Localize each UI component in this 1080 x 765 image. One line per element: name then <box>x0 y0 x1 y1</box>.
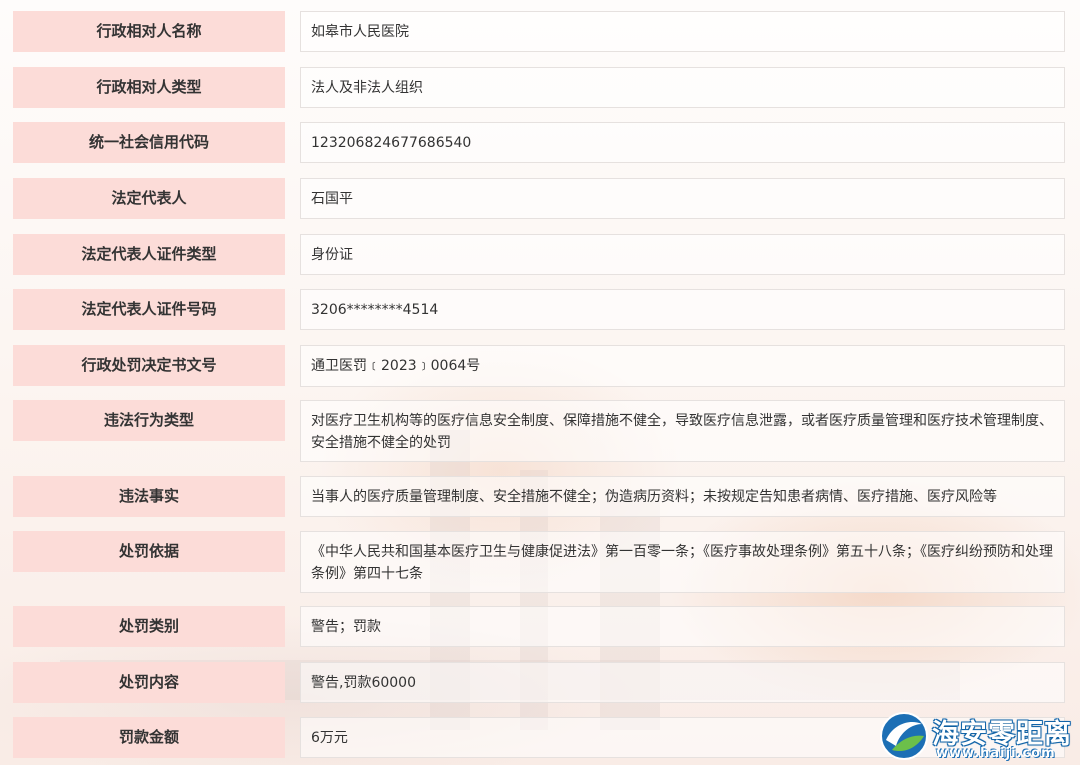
field-label: 统一社会信用代码 <box>13 122 285 163</box>
field-value: 3206********4514 <box>300 289 1065 330</box>
field-label: 处罚依据 <box>13 531 285 572</box>
globe-logo-icon <box>880 712 928 760</box>
field-value: 对医疗卫生机构等的医疗信息安全制度、保障措施不健全，导致医疗信息泄露，或者医疗质… <box>300 400 1065 462</box>
field-label: 法定代表人证件类型 <box>13 234 285 275</box>
field-label: 处罚内容 <box>13 662 285 703</box>
field-value: 石国平 <box>300 178 1065 219</box>
watermark: 海安零距离 www.haiji.com <box>878 710 1078 765</box>
field-label: 处罚类别 <box>13 606 285 647</box>
field-value: 身份证 <box>300 234 1065 275</box>
field-value: 警告,罚款60000 <box>300 662 1065 703</box>
field-value: 《中华人民共和国基本医疗卫生与健康促进法》第一百零一条；《医疗事故处理条例》第五… <box>300 531 1065 593</box>
field-value: 警告；罚款 <box>300 606 1065 647</box>
field-value: 123206824677686540 <box>300 122 1065 163</box>
field-value: 当事人的医疗质量管理制度、安全措施不健全；伪造病历资料；未按规定告知患者病情、医… <box>300 476 1065 517</box>
field-value: 通卫医罚﹝2023﹞0064号 <box>300 345 1065 387</box>
field-label: 违法事实 <box>13 476 285 517</box>
field-value: 如皋市人民医院 <box>300 11 1065 52</box>
field-label: 罚款金额 <box>13 717 285 758</box>
field-label: 行政相对人类型 <box>13 67 285 108</box>
field-label: 违法行为类型 <box>13 400 285 441</box>
watermark-url: www.haiji.com <box>936 746 1056 761</box>
field-label: 行政相对人名称 <box>13 11 285 52</box>
field-label: 法定代表人 <box>13 178 285 219</box>
field-label: 行政处罚决定书文号 <box>13 345 285 386</box>
field-value: 法人及非法人组织 <box>300 67 1065 108</box>
field-label: 法定代表人证件号码 <box>13 289 285 330</box>
